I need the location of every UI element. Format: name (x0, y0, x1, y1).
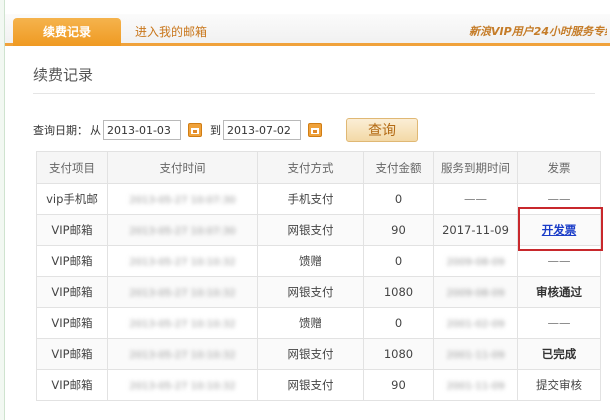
title-divider (33, 93, 595, 94)
cell-expire: —— (433, 183, 518, 215)
cell-method: 网银支付 (257, 338, 364, 370)
cell-time: 2013-05-27 10:10:32 (129, 381, 236, 392)
cell-method: 馈赠 (257, 245, 364, 277)
cell-expire: 2009-08-09 (446, 288, 505, 299)
column-header: 支付时间 (107, 151, 258, 184)
cell-invoice-status: 审核通过 (517, 276, 601, 308)
cell-amount: 90 (363, 369, 434, 401)
query-button[interactable]: 查询 (346, 118, 418, 142)
cell-amount: 90 (363, 214, 434, 246)
table-row: VIP邮箱 2013-05-27 10:10:32 馈赠 0 2001-02-0… (36, 307, 601, 339)
cell-item: vip手机邮 (36, 183, 108, 215)
end-date-input[interactable] (223, 120, 301, 140)
cell-time: 2013-05-27 10:10:32 (129, 257, 236, 268)
cell-item: VIP邮箱 (36, 214, 108, 246)
table-row: VIP邮箱 2013-05-27 10:10:32 网银支付 1080 2009… (36, 276, 601, 308)
tab-bar: 续费记录 进入我的邮箱 新浪VIP用户24小时服务专线 (5, 14, 610, 46)
table-row: VIP邮箱 2013-05-27 10:10:32 网银支付 90 2001-1… (36, 369, 601, 401)
cell-expire: 2001-11-09 (446, 381, 505, 392)
cell-invoice-status: 已完成 (517, 338, 601, 370)
cell-method: 网银支付 (257, 369, 364, 401)
page-title: 续费记录 (33, 66, 94, 84)
cell-item: VIP邮箱 (36, 338, 108, 370)
records-table: 支付项目 支付时间 支付方式 支付金额 服务到期时间 发票 vip手机邮 201… (36, 151, 601, 401)
table-row: vip手机邮 2013-05-27 10:07:30 手机支付 0 —— —— (36, 183, 601, 215)
column-header: 服务到期时间 (433, 151, 518, 184)
start-date-input[interactable] (103, 120, 181, 140)
column-header: 发票 (517, 151, 601, 184)
cell-method: 网银支付 (257, 214, 364, 246)
cell-expire: 2001-02-09 (446, 319, 505, 330)
cell-item: VIP邮箱 (36, 276, 108, 308)
table-header-row: 支付项目 支付时间 支付方式 支付金额 服务到期时间 发票 (36, 151, 601, 184)
cell-expire: 2017-11-09 (433, 214, 518, 246)
table-row: VIP邮箱 2013-05-27 10:10:32 馈赠 0 2009-08-0… (36, 245, 601, 277)
date-label: 查询日期： (33, 124, 88, 137)
tab-renewal-records[interactable]: 续费记录 (13, 18, 121, 46)
cell-time: 2013-05-27 10:10:32 (129, 319, 236, 330)
cell-expire: 2001-11-09 (446, 350, 505, 361)
cell-invoice-status: 提交审核 (517, 369, 601, 401)
column-header: 支付方式 (257, 151, 364, 184)
table-row: VIP邮箱 2013-05-27 10:07:30 网银支付 90 2017-1… (36, 214, 601, 246)
cell-amount: 0 (363, 307, 434, 339)
cell-item: VIP邮箱 (36, 369, 108, 401)
cell-amount: 0 (363, 245, 434, 277)
tab-enter-mailbox[interactable]: 进入我的邮箱 (129, 18, 213, 46)
page-frame: 续费记录 进入我的邮箱 新浪VIP用户24小时服务专线 续费记录 查询日期： 从… (4, 0, 610, 420)
cell-amount: 1080 (363, 276, 434, 308)
query-bar: 查询日期： 从 到 查询 (33, 118, 418, 142)
promo-text: 新浪VIP用户24小时服务专线 (469, 25, 607, 38)
cell-item: VIP邮箱 (36, 307, 108, 339)
cell-amount: 0 (363, 183, 434, 215)
cell-time: 2013-05-27 10:07:30 (129, 226, 236, 237)
invoice-highlight-box (518, 207, 603, 251)
cell-amount: 1080 (363, 338, 434, 370)
calendar-icon[interactable] (308, 123, 322, 137)
cell-method: 馈赠 (257, 307, 364, 339)
from-label: 从 (90, 124, 101, 137)
cell-time: 2013-05-27 10:10:32 (129, 350, 236, 361)
cell-method: 网银支付 (257, 276, 364, 308)
cell-time: 2013-05-27 10:07:30 (129, 195, 236, 206)
cell-item: VIP邮箱 (36, 245, 108, 277)
cell-invoice: —— (517, 307, 601, 339)
calendar-icon[interactable] (188, 123, 202, 137)
cell-expire: 2009-08-09 (446, 257, 505, 268)
cell-time: 2013-05-27 10:10:32 (129, 288, 236, 299)
cell-method: 手机支付 (257, 183, 364, 215)
table-row: VIP邮箱 2013-05-27 10:10:32 网银支付 1080 2001… (36, 338, 601, 370)
column-header: 支付项目 (36, 151, 108, 184)
column-header: 支付金额 (363, 151, 434, 184)
to-label: 到 (210, 124, 221, 137)
